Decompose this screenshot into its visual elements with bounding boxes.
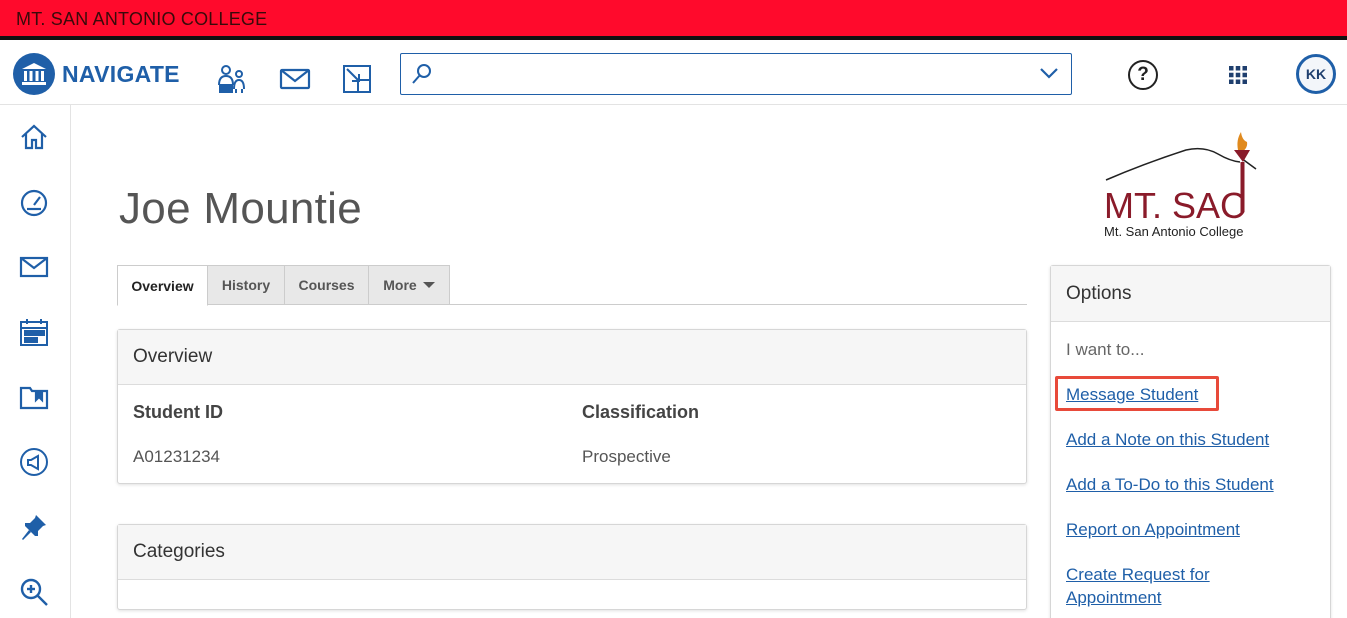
categories-panel-title: Categories [118,525,1026,580]
zoom-icon[interactable] [17,575,51,609]
options-title: Options [1051,266,1330,322]
report-appointment-link[interactable]: Report on Appointment [1066,518,1240,541]
navigate-home-link[interactable]: NAVIGATE [13,53,180,95]
classification-value: Prospective [582,447,671,466]
top-nav: NAVIGATE ? KK [0,44,1347,105]
tab-label: Overview [131,277,194,294]
home-icon[interactable] [17,120,51,154]
calendar-icon[interactable] [17,315,51,349]
expand-icon[interactable] [339,61,375,97]
add-note-link[interactable]: Add a Note on this Student [1066,428,1269,451]
categories-panel: Categories [117,524,1027,610]
student-id-label: Student ID [133,402,223,422]
tab-courses[interactable]: Courses [284,265,369,305]
college-title: MT. SAN ANTONIO COLLEGE [16,9,268,29]
create-request-link[interactable]: Create Request for Appointment [1066,563,1266,609]
user-avatar[interactable]: KK [1296,54,1336,94]
mail-icon[interactable] [277,61,313,97]
search-icon [411,63,433,90]
overview-panel-title: Overview [118,330,1026,385]
mtsac-logo: MT. SAC Mt. San Antonio College [1098,128,1273,243]
student-tabs: Overview History Courses More [117,265,1027,306]
pin-icon[interactable] [17,510,51,544]
folder-icon[interactable] [17,380,51,414]
brand-name: NAVIGATE [62,60,180,87]
people-icon[interactable] [214,61,250,97]
tab-label: More [383,277,417,293]
caret-down-icon [422,282,435,288]
navigate-logo-icon [13,53,55,95]
sidebar [0,105,71,618]
logo-wordmark: MT. SAC [1104,185,1246,226]
tab-history[interactable]: History [207,265,285,305]
options-intro: I want to... [1066,340,1145,359]
tab-label: Courses [298,277,355,293]
student-id-value: A01231234 [133,447,220,466]
message-student-link[interactable]: Message Student [1066,383,1198,406]
mail-icon[interactable] [17,250,51,284]
search-input[interactable] [439,54,1029,94]
dashboard-icon[interactable] [17,185,51,219]
megaphone-icon[interactable] [17,445,51,479]
overview-panel: Overview Student ID A01231234 Classifica… [117,329,1027,484]
add-todo-link[interactable]: Add a To-Do to this Student [1066,473,1274,496]
apps-grid-icon[interactable] [1229,66,1247,89]
student-name: Joe Mountie [119,184,363,233]
tab-label: History [221,277,271,293]
college-banner: MT. SAN ANTONIO COLLEGE [0,0,1347,40]
tab-overview[interactable]: Overview [117,265,208,306]
classification-label: Classification [582,402,700,422]
help-icon[interactable]: ? [1128,60,1158,90]
chevron-down-icon[interactable] [1039,66,1059,85]
tab-more[interactable]: More [368,265,450,305]
search-box[interactable] [400,53,1072,95]
user-initials: KK [1305,66,1327,82]
options-panel: Options I want to... Message Student Add… [1050,265,1331,618]
logo-subtitle: Mt. San Antonio College [1104,224,1243,239]
help-label: ? [1137,64,1149,85]
